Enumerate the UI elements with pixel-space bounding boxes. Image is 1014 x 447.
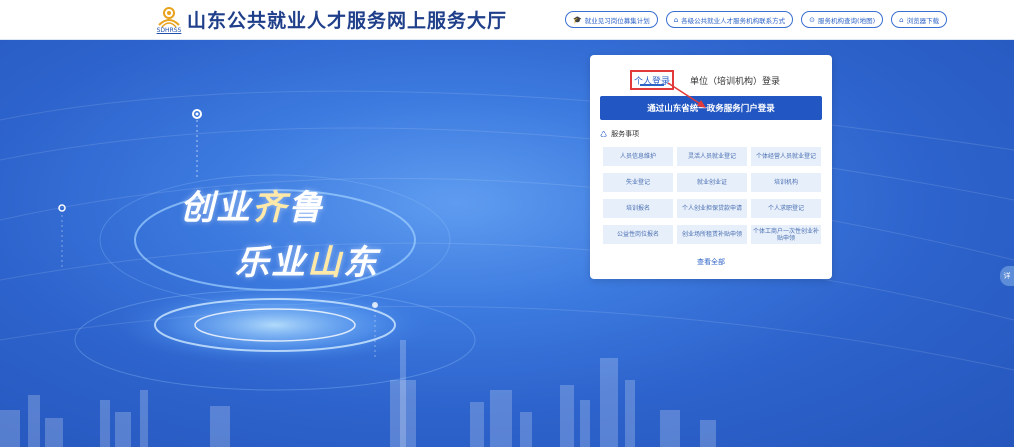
service-item[interactable]: 培训报名 (603, 199, 673, 218)
slogan-line-1-b: 齐 (252, 188, 288, 228)
slogan-line-2: 乐业山东 (235, 235, 379, 284)
slogan-line-1-c: 鲁 (288, 188, 324, 228)
top-link-label: 就业见习岗位募集计划 (584, 16, 650, 25)
view-all-link[interactable]: 查看全部 (590, 257, 832, 267)
service-item[interactable]: 公益性岗位报名 (603, 225, 673, 244)
service-item[interactable]: 灵活人员就业登记 (677, 147, 747, 166)
service-item[interactable]: 个人创业担保贷款申请 (677, 199, 747, 218)
top-link-label: 服务机构查询(地图) (818, 16, 876, 25)
sdhrss-logo[interactable]: SDHRSS (153, 5, 185, 35)
service-item[interactable]: 创业场所租赁补贴申领 (677, 225, 747, 244)
login-tabs: 个人登录 单位（培训机构）登录 (590, 70, 832, 90)
login-card: 个人登录 单位（培训机构）登录 通过山东省统一政务服务门户登录 ♺ 服务事项 人… (590, 55, 832, 279)
graduation-cap-icon: 🎓 (573, 15, 582, 24)
service-contacts-link[interactable]: ⌂ 各级公共就业人才服务机构联系方式 (665, 11, 794, 28)
search-icon: ⊙ (809, 15, 816, 24)
header: SDHRSS 山东公共就业人才服务网上服务大厅 🎓 就业见习岗位募集计划 ⌂ 各… (0, 0, 1014, 40)
services-heading: ♺ 服务事项 (600, 129, 639, 139)
home-icon: ⌂ (899, 15, 904, 24)
top-link-label: 浏览器下载 (906, 16, 940, 25)
slogan-line-1-a: 创业 (180, 188, 252, 228)
slogan-line-2-b: 山 (307, 243, 343, 283)
home-icon: ⌂ (673, 15, 679, 24)
logo-emblem-icon (158, 7, 180, 28)
recycle-icon: ♺ (600, 129, 608, 139)
unified-portal-login-button[interactable]: 通过山东省统一政务服务门户登录 (600, 96, 822, 120)
services-grid: 人员信息维护 灵活人员就业登记 个体经营人员就业登记 失业登记 就业创业证 培训… (603, 147, 821, 244)
tab-unit-login[interactable]: 单位（培训机构）登录 (690, 70, 780, 90)
service-item[interactable]: 就业创业证 (677, 173, 747, 192)
browser-download-link[interactable]: ⌂ 浏览器下载 (891, 11, 948, 28)
top-link-label: 各级公共就业人才服务机构联系方式 (681, 16, 786, 25)
agency-map-link[interactable]: ⊙ 服务机构查询(地图) (801, 11, 884, 28)
service-item[interactable]: 个体经营人员就业登记 (751, 147, 821, 166)
service-item[interactable]: 个人求职登记 (751, 199, 821, 218)
hero-background-graphic (0, 90, 1014, 447)
tab-personal-login[interactable]: 个人登录 (630, 70, 674, 90)
service-item[interactable]: 个体工商户一次性创业补贴申领 (751, 225, 821, 244)
site-title: 山东公共就业人才服务网上服务大厅 (187, 10, 508, 32)
service-item[interactable]: 失业登记 (603, 173, 673, 192)
hero-banner: 创业齐鲁 乐业山东 (0, 40, 1014, 447)
top-links: 🎓 就业见习岗位募集计划 ⌂ 各级公共就业人才服务机构联系方式 ⊙ 服务机构查询… (565, 11, 948, 28)
slogan-line-1: 创业齐鲁 (180, 180, 324, 229)
internship-plan-link[interactable]: 🎓 就业见习岗位募集计划 (565, 11, 658, 28)
slogan-line-2-c: 东 (343, 243, 379, 283)
logo-text: SDHRSS (156, 27, 182, 34)
side-detail-tab[interactable]: 详 (1000, 266, 1014, 286)
service-item[interactable]: 人员信息维护 (603, 147, 673, 166)
slogan-line-2-a: 乐业 (235, 243, 307, 283)
service-item[interactable]: 培训机构 (751, 173, 821, 192)
services-heading-label: 服务事项 (611, 130, 640, 138)
